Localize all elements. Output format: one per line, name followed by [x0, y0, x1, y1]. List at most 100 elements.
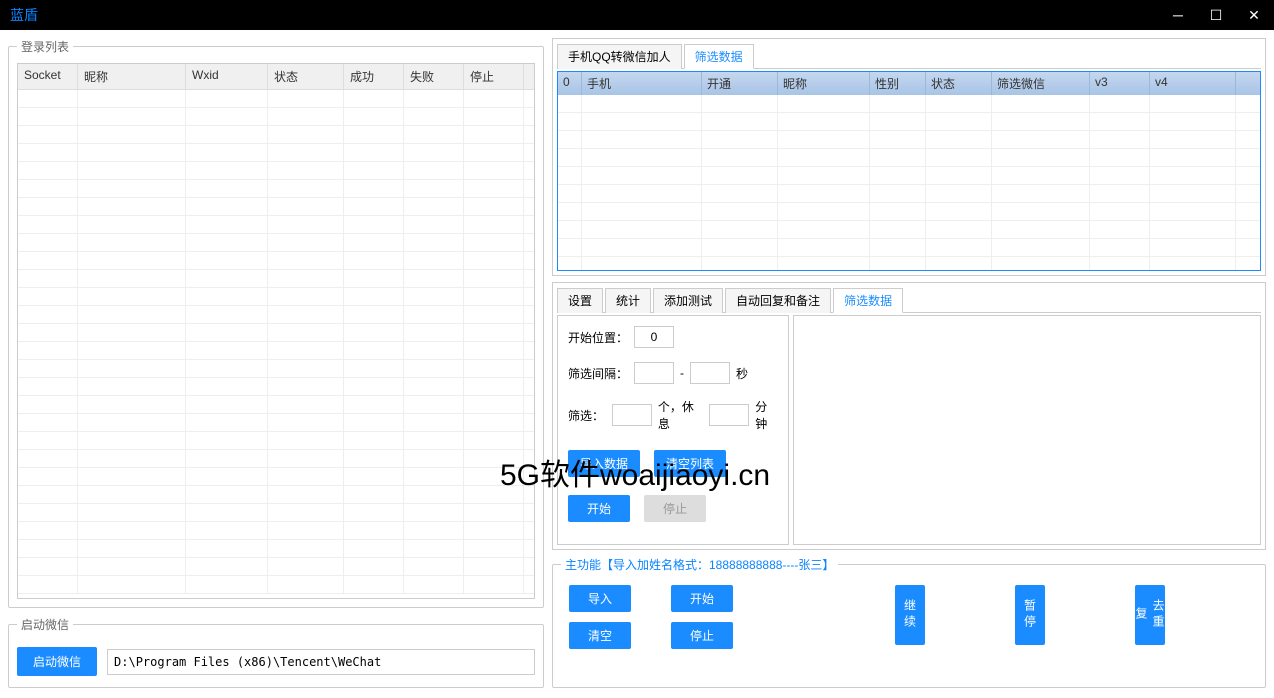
- pause-button[interactable]: 暂停: [1015, 585, 1045, 645]
- login-col-4[interactable]: 成功: [344, 64, 404, 89]
- table-row: [558, 203, 1260, 221]
- upper-col-1[interactable]: 手机: [582, 72, 702, 95]
- table-row: [18, 450, 534, 468]
- filter-settings-form: 开始位置： 筛选间隔： - 秒 筛选： 个，休息: [557, 315, 789, 545]
- mid-right-panel: [793, 315, 1261, 545]
- mid-tabs: 设置统计添加测试自动回复和备注筛选数据: [557, 287, 1261, 313]
- table-row: [18, 486, 534, 504]
- login-col-2[interactable]: Wxid: [186, 64, 268, 89]
- clear-list-button[interactable]: 清空列表: [654, 450, 726, 477]
- upper-col-6[interactable]: 筛选微信: [992, 72, 1090, 95]
- upper-col-2[interactable]: 开通: [702, 72, 778, 95]
- main-stop-button[interactable]: 停止: [671, 622, 733, 649]
- interval-label: 筛选间隔：: [568, 365, 628, 382]
- table-row: [18, 576, 534, 594]
- table-row: [558, 239, 1260, 257]
- wechat-path-input[interactable]: [107, 649, 535, 675]
- table-row: [18, 126, 534, 144]
- upper-col-3[interactable]: 昵称: [778, 72, 870, 95]
- titlebar: 蓝盾 ─ ☐ ✕: [0, 0, 1274, 30]
- table-row: [18, 108, 534, 126]
- main-function-legend: 主功能【导入加姓名格式：18888888888----张三】: [561, 556, 838, 573]
- table-row: [18, 360, 534, 378]
- continue-button[interactable]: 继续: [895, 585, 925, 645]
- table-row: [18, 396, 534, 414]
- login-col-5[interactable]: 失败: [404, 64, 464, 89]
- table-row: [18, 306, 534, 324]
- mid-tab-0[interactable]: 设置: [557, 288, 603, 313]
- filter-label: 筛选：: [568, 407, 606, 424]
- main-import-button[interactable]: 导入: [569, 585, 631, 612]
- login-col-1[interactable]: 昵称: [78, 64, 186, 89]
- mid-tab-4[interactable]: 筛选数据: [833, 288, 903, 313]
- login-list-legend: 登录列表: [17, 38, 73, 55]
- upper-tab-1[interactable]: 筛选数据: [684, 44, 754, 69]
- table-row: [558, 257, 1260, 271]
- upper-col-0[interactable]: 0: [558, 72, 582, 95]
- table-row: [558, 131, 1260, 149]
- login-col-0[interactable]: Socket: [18, 64, 78, 89]
- main-clear-button[interactable]: 清空: [569, 622, 631, 649]
- table-row: [18, 252, 534, 270]
- table-row: [18, 324, 534, 342]
- login-col-6[interactable]: 停止: [464, 64, 524, 89]
- table-row: [18, 90, 534, 108]
- table-row: [18, 216, 534, 234]
- start-pos-label: 开始位置：: [568, 329, 628, 346]
- interval-unit: 秒: [736, 365, 748, 382]
- start-pos-input[interactable]: [634, 326, 674, 348]
- table-row: [18, 144, 534, 162]
- table-row: [18, 342, 534, 360]
- main-start-button[interactable]: 开始: [671, 585, 733, 612]
- table-row: [18, 234, 534, 252]
- filter-unit2: 分钟: [755, 398, 778, 432]
- interval-to-input[interactable]: [690, 362, 730, 384]
- minimize-icon[interactable]: ─: [1168, 7, 1188, 24]
- table-row: [558, 221, 1260, 239]
- close-icon[interactable]: ✕: [1244, 7, 1264, 24]
- mid-tab-2[interactable]: 添加测试: [653, 288, 723, 313]
- table-row: [558, 113, 1260, 131]
- upper-col-7[interactable]: v3: [1090, 72, 1150, 95]
- table-row: [558, 95, 1260, 113]
- table-row: [558, 149, 1260, 167]
- mid-panel: 设置统计添加测试自动回复和备注筛选数据 开始位置： 筛选间隔： - 秒: [552, 282, 1266, 550]
- import-data-button[interactable]: 导入数据: [568, 450, 640, 477]
- mid-tab-1[interactable]: 统计: [605, 288, 651, 313]
- login-table[interactable]: Socket昵称Wxid状态成功失败停止: [17, 63, 535, 599]
- table-row: [18, 540, 534, 558]
- app-title: 蓝盾: [10, 5, 38, 25]
- table-row: [18, 414, 534, 432]
- main-function-panel: 主功能【导入加姓名格式：18888888888----张三】 导入 开始 清空 …: [552, 556, 1266, 688]
- maximize-icon[interactable]: ☐: [1206, 7, 1226, 24]
- login-list-panel: 登录列表 Socket昵称Wxid状态成功失败停止: [8, 38, 544, 608]
- table-row: [558, 185, 1260, 203]
- mid-tab-3[interactable]: 自动回复和备注: [725, 288, 831, 313]
- upper-panel: 手机QQ转微信加人筛选数据 0手机开通昵称性别状态筛选微信v3v4: [552, 38, 1266, 276]
- start-wechat-panel: 启动微信 启动微信: [8, 616, 544, 688]
- filter-count-input[interactable]: [612, 404, 652, 426]
- table-row: [18, 198, 534, 216]
- table-row: [18, 522, 534, 540]
- login-col-3[interactable]: 状态: [268, 64, 344, 89]
- start-wechat-legend: 启动微信: [17, 616, 73, 633]
- table-row: [18, 270, 534, 288]
- dedup-button[interactable]: 去重复: [1135, 585, 1165, 645]
- table-row: [18, 288, 534, 306]
- start-wechat-button[interactable]: 启动微信: [17, 647, 97, 676]
- table-row: [18, 432, 534, 450]
- window-controls: ─ ☐ ✕: [1168, 7, 1264, 24]
- filter-rest-input[interactable]: [709, 404, 749, 426]
- table-row: [558, 167, 1260, 185]
- upper-col-8[interactable]: v4: [1150, 72, 1236, 95]
- upper-tabs: 手机QQ转微信加人筛选数据: [557, 43, 1261, 69]
- table-row: [18, 162, 534, 180]
- filter-data-table[interactable]: 0手机开通昵称性别状态筛选微信v3v4: [557, 71, 1261, 271]
- interval-from-input[interactable]: [634, 362, 674, 384]
- upper-col-4[interactable]: 性别: [870, 72, 926, 95]
- upper-col-5[interactable]: 状态: [926, 72, 992, 95]
- upper-tab-0[interactable]: 手机QQ转微信加人: [557, 44, 682, 69]
- table-row: [18, 558, 534, 576]
- filter-start-button[interactable]: 开始: [568, 495, 630, 522]
- filter-stop-button[interactable]: 停止: [644, 495, 706, 522]
